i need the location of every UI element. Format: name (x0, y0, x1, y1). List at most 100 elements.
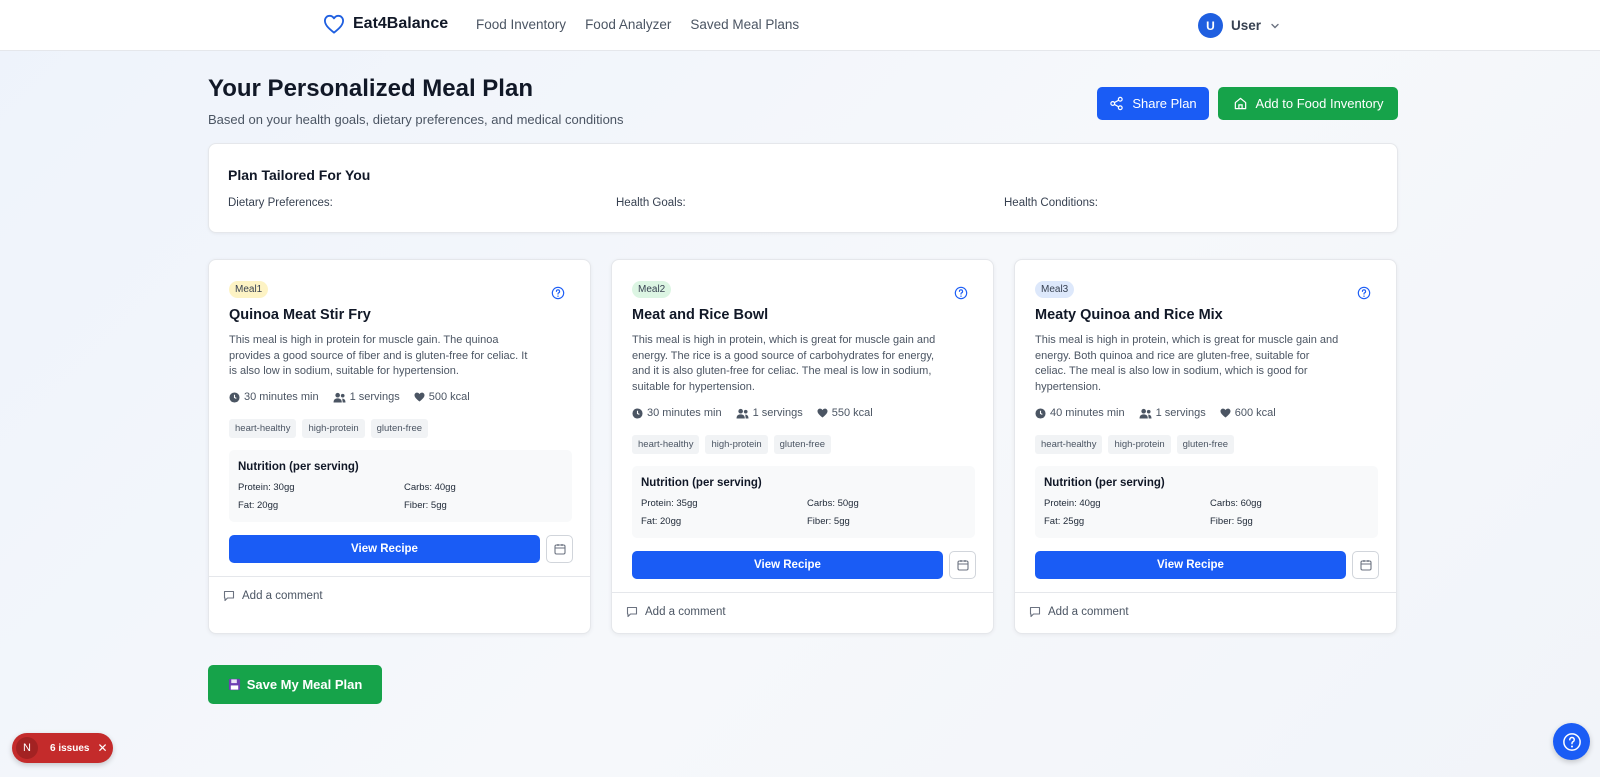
prep-time-value: 30 minutes min (647, 407, 722, 419)
help-circle-icon[interactable] (954, 286, 968, 300)
tag: heart-healthy (229, 419, 297, 438)
help-circle-icon[interactable] (1357, 286, 1371, 300)
tag: high-protein (302, 419, 365, 438)
add-to-calendar-button[interactable] (546, 535, 573, 563)
nutrition-panel: Nutrition (per serving) Protein: 40gg Ca… (1035, 466, 1378, 538)
add-to-calendar-button[interactable] (949, 551, 976, 579)
prep-time-value: 30 minutes min (244, 391, 319, 403)
meal-tags: heart-healthy high-protein gluten-free (229, 419, 429, 438)
brand-name: Eat4Balance (353, 15, 449, 32)
clock-icon (632, 407, 643, 419)
meal-description: This meal is high in protein for muscle … (229, 334, 528, 377)
tag: gluten-free (773, 435, 832, 454)
meal-title: Quinoa Meat Stir Fry (229, 307, 371, 323)
fiber-value: Fiber: 5gg (807, 516, 850, 527)
calories: 600 kcal (1220, 407, 1276, 419)
meal-description: This meal is high in protein, which is g… (632, 334, 936, 393)
card-divider (612, 592, 993, 593)
meal-card: Meal1 Quinoa Meat Stir Fry This meal is … (208, 259, 591, 634)
view-recipe-button[interactable]: View Recipe (632, 551, 943, 579)
add-comment-label: Add a comment (242, 590, 323, 602)
add-to-calendar-button[interactable] (1352, 551, 1379, 579)
help-button[interactable] (1553, 723, 1590, 760)
health-conditions-label: Health Conditions: (1004, 197, 1098, 209)
add-comment-button[interactable]: Add a comment (1029, 606, 1129, 618)
servings: 1 servings (1139, 407, 1206, 419)
calories-value: 600 kcal (1234, 407, 1276, 419)
view-recipe-button[interactable]: View Recipe (1035, 551, 1346, 579)
calories-value: 550 kcal (831, 407, 873, 419)
carbs-value: Carbs: 50gg (807, 498, 859, 509)
clock-icon (229, 391, 240, 403)
tag: heart-healthy (632, 435, 700, 454)
save-meal-plan-button[interactable]: Save My Meal Plan (208, 665, 382, 704)
tag: heart-healthy (1035, 435, 1103, 454)
meal-badge: Meal3 (1035, 281, 1075, 298)
tag: high-protein (705, 435, 768, 454)
nav-link-saved-meal-plans[interactable]: Saved Meal Plans (690, 17, 799, 32)
user-name: User (1231, 18, 1262, 33)
calories: 500 kcal (414, 391, 470, 403)
nav-links: Food Inventory Food Analyzer Saved Meal … (476, 17, 799, 32)
add-to-food-inventory-label: Add to Food Inventory (1255, 96, 1384, 111)
floppy-disk-icon (228, 678, 240, 691)
brand-logo[interactable]: Eat4Balance (323, 14, 448, 34)
servings: 1 servings (333, 391, 400, 403)
add-comment-label: Add a comment (1048, 606, 1129, 618)
heart-icon (414, 392, 425, 402)
calories: 550 kcal (817, 407, 873, 419)
chevron-down-icon (1271, 23, 1279, 28)
prep-time: 30 minutes min (229, 391, 319, 403)
prep-time: 40 minutes min (1035, 407, 1125, 419)
add-comment-button[interactable]: Add a comment (626, 606, 726, 618)
home-icon (1234, 97, 1246, 110)
meal-card: Meal3 Meaty Quinoa and Rice Mix This mea… (1014, 259, 1397, 634)
user-menu[interactable]: U User (1198, 13, 1281, 38)
comment-icon (223, 590, 235, 602)
add-comment-label: Add a comment (645, 606, 726, 618)
carbs-value: Carbs: 40gg (404, 482, 456, 493)
card-divider (209, 576, 590, 577)
help-circle-icon[interactable] (551, 286, 565, 300)
meal-badge: Meal1 (229, 281, 269, 298)
nav-link-food-inventory[interactable]: Food Inventory (476, 17, 566, 32)
calendar-icon (553, 544, 566, 555)
calendar-icon (956, 560, 969, 571)
meal-tags: heart-healthy high-protein gluten-free (632, 435, 832, 454)
users-icon (736, 408, 749, 419)
plan-tailored-panel: Plan Tailored For You Dietary Preference… (208, 143, 1398, 233)
nutrition-title: Nutrition (per serving) (641, 477, 762, 489)
meal-meta: 30 minutes min 1 servings 500 kcal (229, 391, 470, 403)
protein-value: Protein: 40gg (1044, 498, 1101, 509)
tag: gluten-free (370, 419, 429, 438)
fat-value: Fat: 20gg (641, 516, 682, 527)
nav-link-food-analyzer[interactable]: Food Analyzer (585, 17, 671, 32)
tailored-title: Plan Tailored For You (228, 167, 371, 183)
users-icon (333, 392, 346, 403)
heart-icon (817, 408, 828, 418)
share-plan-label: Share Plan (1132, 96, 1197, 111)
card-divider (1015, 592, 1396, 593)
users-icon (1139, 408, 1152, 419)
comment-icon (1029, 606, 1041, 618)
close-icon[interactable]: ✕ (97, 741, 107, 755)
carbs-value: Carbs: 60gg (1210, 498, 1262, 509)
nutrition-panel: Nutrition (per serving) Protein: 35gg Ca… (632, 466, 975, 538)
meal-card: Meal2 Meat and Rice Bowl This meal is hi… (611, 259, 994, 634)
meal-title: Meaty Quinoa and Rice Mix (1035, 307, 1223, 323)
protein-value: Protein: 30gg (238, 482, 295, 493)
tag: high-protein (1108, 435, 1171, 454)
add-to-food-inventory-button[interactable]: Add to Food Inventory (1218, 87, 1398, 120)
meal-title: Meat and Rice Bowl (632, 307, 769, 323)
page-subtitle: Based on your health goals, dietary pref… (208, 112, 624, 127)
health-goals-label: Health Goals: (616, 197, 686, 209)
add-comment-button[interactable]: Add a comment (223, 590, 323, 602)
servings: 1 servings (736, 407, 803, 419)
calendar-icon (1359, 560, 1372, 571)
meal-tags: heart-healthy high-protein gluten-free (1035, 435, 1235, 454)
issues-badge[interactable]: N 6 issues ✕ (12, 733, 113, 763)
view-recipe-button[interactable]: View Recipe (229, 535, 540, 563)
avatar: U (1198, 13, 1223, 38)
share-icon (1110, 96, 1124, 111)
share-plan-button[interactable]: Share Plan (1097, 87, 1209, 120)
